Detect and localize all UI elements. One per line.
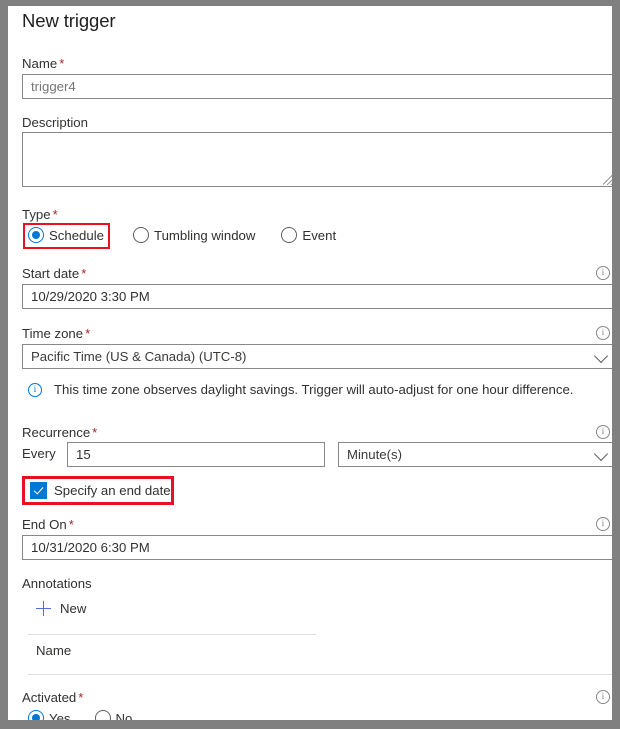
specify-end-date-label: Specify an end date: [54, 483, 171, 498]
activated-required-asterisk: *: [78, 690, 84, 705]
annotations-divider-bottom: [28, 674, 612, 675]
start-date-info-icon[interactable]: i: [596, 266, 610, 280]
end-on-input[interactable]: 10/31/2020 6:30 PM: [22, 535, 612, 560]
start-date-required-asterisk: *: [81, 266, 87, 281]
end-on-info-icon[interactable]: i: [596, 517, 610, 531]
page-title: New trigger: [22, 10, 116, 31]
recurrence-unit-dropdown[interactable]: Minute(s): [338, 442, 612, 467]
checkbox-icon-specify-end-date[interactable]: [30, 482, 47, 499]
recurrence-label-text: Recurrence: [22, 425, 91, 440]
radio-option-no[interactable]: No: [94, 710, 133, 721]
daylight-savings-message: This time zone observes daylight savings…: [54, 382, 574, 397]
start-date-label: Start date *: [22, 266, 86, 281]
start-date-input[interactable]: 10/29/2020 3:30 PM: [22, 284, 612, 309]
add-annotation-label: New: [60, 601, 87, 616]
description-label: Description: [22, 115, 88, 130]
radio-icon-tumbling-window: [133, 227, 149, 243]
radio-icon-event: [281, 227, 298, 243]
type-required-asterisk: *: [52, 207, 58, 222]
radio-label-tumbling-window: Tumbling window: [154, 227, 256, 243]
recurrence-interval-input[interactable]: 15: [67, 442, 325, 467]
new-trigger-panel: New trigger Name * trigger4 Description T…: [8, 6, 612, 720]
annotations-divider-top: [28, 634, 316, 635]
new-trigger-window: New trigger Name * trigger4 Description T…: [0, 0, 620, 729]
time-zone-info-icon[interactable]: i: [596, 326, 610, 340]
end-on-label: End On *: [22, 517, 74, 532]
recurrence-unit-value: Minute(s): [347, 447, 402, 462]
end-on-required-asterisk: *: [68, 517, 74, 532]
radio-option-event[interactable]: Event: [281, 227, 336, 243]
radio-option-schedule[interactable]: Schedule: [28, 227, 104, 243]
recurrence-required-asterisk: *: [92, 425, 98, 440]
name-required-asterisk: *: [59, 56, 65, 71]
time-zone-dropdown[interactable]: Pacific Time (US & Canada) (UTC-8): [22, 344, 612, 369]
resize-handle-icon[interactable]: [603, 174, 612, 185]
name-label-text: Name: [22, 56, 58, 71]
activated-label: Activated *: [22, 690, 83, 705]
daylight-savings-info-icon: i: [28, 383, 42, 397]
recurrence-info-icon[interactable]: i: [596, 425, 610, 439]
end-on-label-text: End On: [22, 517, 67, 532]
chevron-down-icon: [593, 348, 609, 363]
recurrence-every-label: Every: [22, 446, 56, 461]
specify-end-date-checkbox-row[interactable]: Specify an end date: [30, 482, 171, 499]
name-input[interactable]: trigger4: [22, 74, 612, 99]
annotations-label: Annotations: [22, 576, 92, 591]
recurrence-label: Recurrence *: [22, 425, 97, 440]
radio-label-event: Event: [302, 227, 337, 243]
time-zone-label-text: Time zone: [22, 326, 84, 341]
type-radio-group: Schedule Tumbling window Event: [28, 227, 336, 243]
radio-icon-yes: [28, 710, 44, 720]
type-label: Type *: [22, 207, 58, 222]
radio-label-schedule: Schedule: [49, 227, 104, 243]
time-zone-value: Pacific Time (US & Canada) (UTC-8): [31, 349, 247, 364]
radio-label-yes: Yes: [49, 710, 71, 721]
radio-option-yes[interactable]: Yes: [28, 710, 71, 720]
activated-label-text: Activated: [22, 690, 77, 705]
add-annotation-button[interactable]: New: [36, 601, 86, 616]
start-date-label-text: Start date: [22, 266, 80, 281]
radio-icon-schedule: [28, 227, 44, 243]
radio-icon-no: [94, 710, 111, 720]
name-label: Name *: [22, 56, 64, 71]
description-textarea[interactable]: [22, 132, 612, 187]
plus-icon: [36, 601, 51, 616]
annotations-column-header-name: Name: [36, 643, 72, 658]
radio-label-no: No: [115, 710, 133, 721]
type-label-text: Type: [22, 207, 51, 222]
chevron-down-icon: [593, 446, 609, 461]
time-zone-required-asterisk: *: [85, 326, 91, 341]
time-zone-label: Time zone *: [22, 326, 90, 341]
activated-radio-group: Yes No: [28, 710, 132, 720]
activated-info-icon[interactable]: i: [596, 690, 610, 704]
radio-option-tumbling-window[interactable]: Tumbling window: [133, 227, 255, 243]
